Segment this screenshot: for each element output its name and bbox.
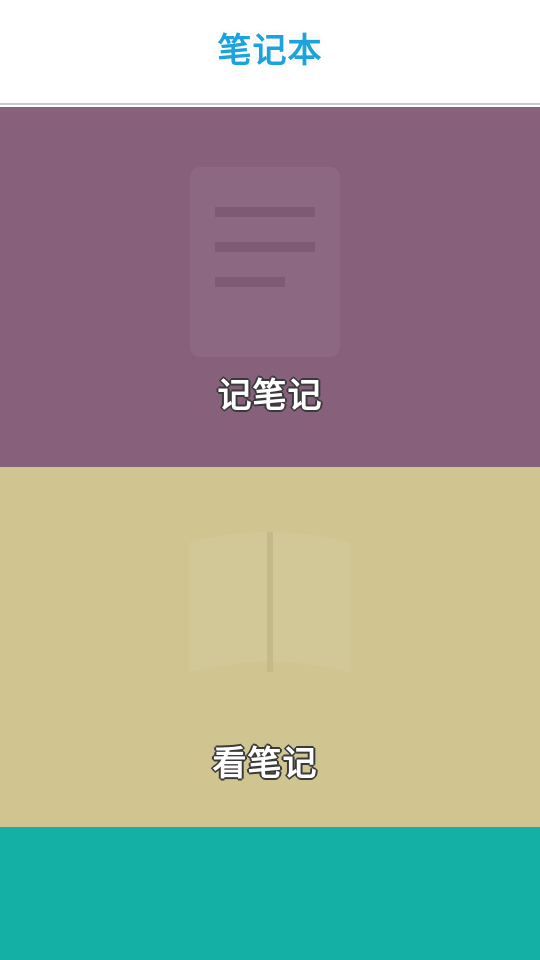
bottom-panel — [0, 827, 540, 960]
write-note-button[interactable]: 记笔记 — [0, 107, 540, 467]
app-header: 笔记本 — [0, 0, 540, 105]
notebook-icon — [190, 532, 350, 672]
view-notes-button[interactable]: 看笔记 — [0, 467, 540, 827]
view-notes-label: 看笔记 — [212, 744, 318, 784]
pencil-note-icon — [190, 167, 340, 357]
page-title: 笔记本 — [217, 31, 323, 71]
